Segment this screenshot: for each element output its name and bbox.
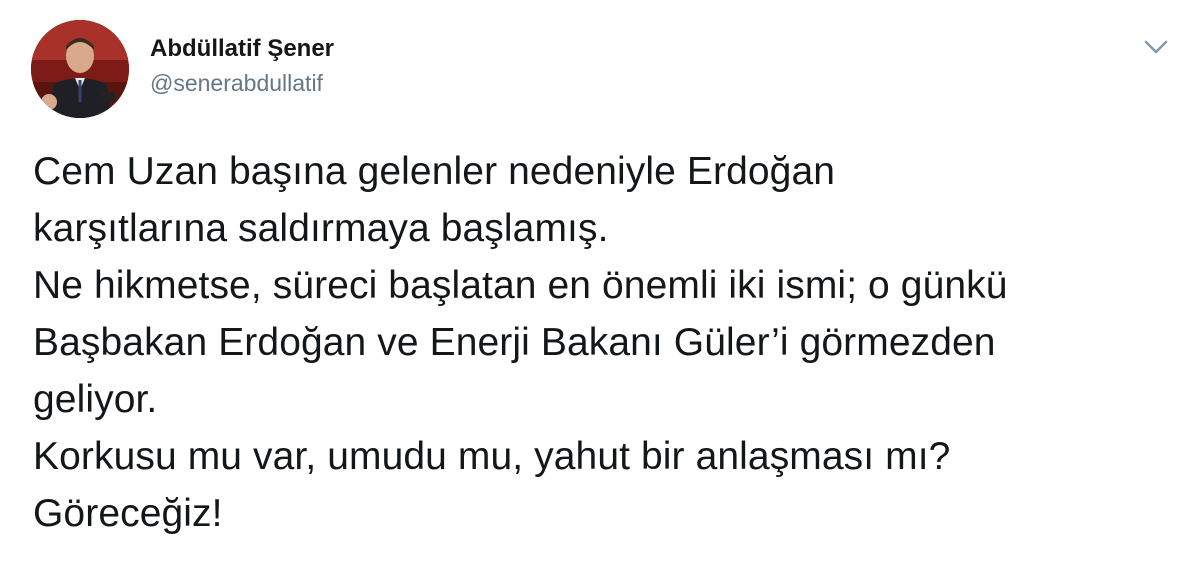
tweet-text-line: Cem Uzan başına gelenler nedeniyle Erdoğ… <box>33 150 836 193</box>
tweet-text-line: Göreceğiz! <box>33 492 223 535</box>
user-info: Abdüllatif Şener @senerabdullatif <box>150 34 334 98</box>
tweet-text: Cem Uzan başına gelenler nedeniyle Erdoğ… <box>33 143 1183 542</box>
display-name[interactable]: Abdüllatif Şener <box>150 34 334 64</box>
tweet-text-line: Başbakan Erdoğan ve Enerji Bakanı Güler’… <box>33 321 996 364</box>
tweet-menu-button[interactable] <box>1141 34 1171 60</box>
profile-photo-icon <box>31 20 129 118</box>
tweet-card: Abdüllatif Şener @senerabdullatif Cem Uz… <box>0 0 1200 568</box>
avatar[interactable] <box>31 20 129 118</box>
user-handle[interactable]: @senerabdullatif <box>150 68 334 98</box>
tweet-text-line: Korkusu mu var, umudu mu, yahut bir anla… <box>33 435 951 478</box>
tweet-text-line: Ne hikmetse, süreci başlatan en önemli i… <box>33 264 1008 307</box>
tweet-text-line: geliyor. <box>33 378 158 421</box>
tweet-text-line: karşıtlarına saldırmaya başlamış. <box>33 207 609 250</box>
chevron-down-icon <box>1144 40 1168 54</box>
